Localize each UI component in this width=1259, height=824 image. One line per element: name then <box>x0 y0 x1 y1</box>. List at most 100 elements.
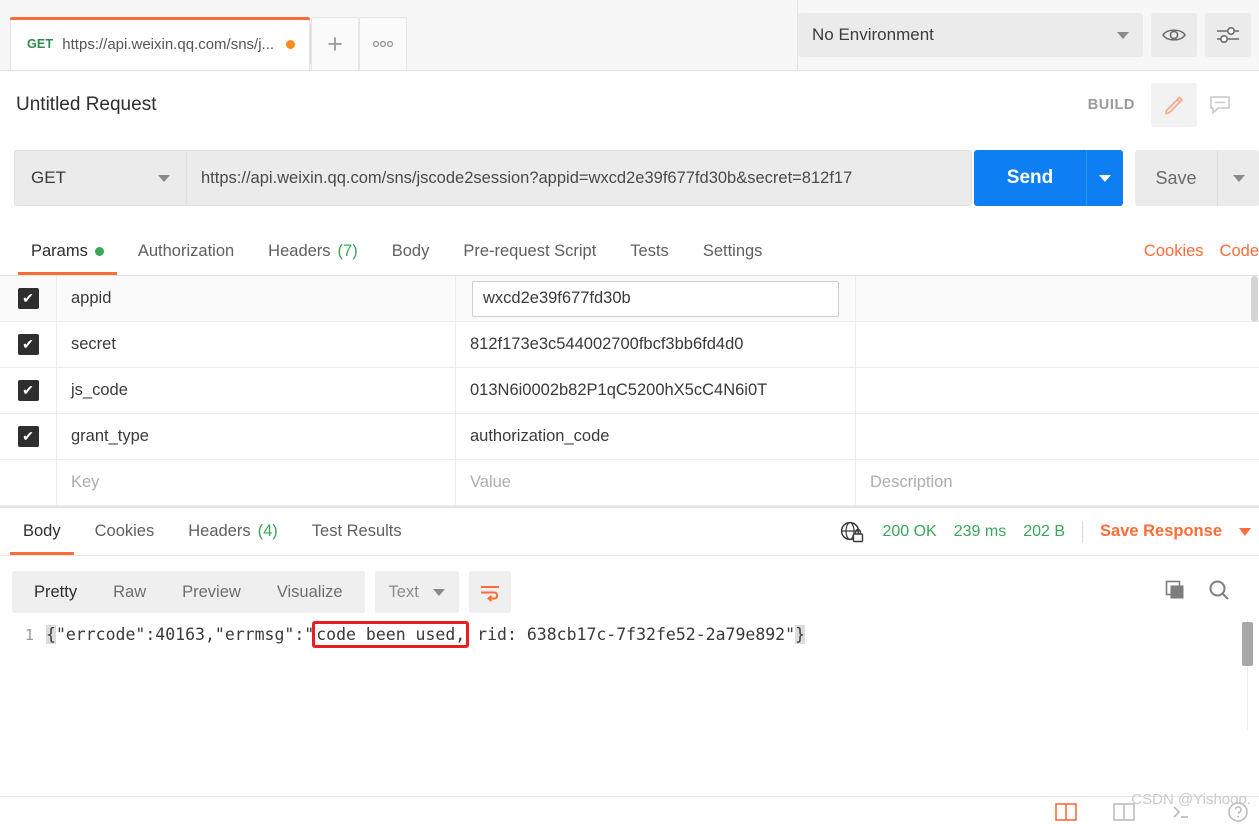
save-options-button[interactable] <box>1217 150 1259 206</box>
url-bar: GET https://api.weixin.qq.com/sns/jscode… <box>14 150 972 206</box>
param-value-placeholder[interactable]: Value <box>456 460 856 505</box>
param-description[interactable] <box>856 368 1259 413</box>
params-scrollbar[interactable] <box>1251 276 1258 322</box>
table-row[interactable]: ✔ appid wxcd2e39f677fd30b <box>0 276 1259 322</box>
tab-body[interactable]: Body <box>375 228 447 275</box>
checkbox-checked-icon[interactable]: ✔ <box>17 288 39 309</box>
row-checkbox-cell[interactable]: ✔ <box>0 322 57 367</box>
table-row[interactable]: ✔ js_code 013N6i0002b82P1qC5200hX5cC4N6i… <box>0 368 1259 414</box>
search-response-button[interactable] <box>1207 578 1231 607</box>
more-tabs-button[interactable] <box>359 17 407 70</box>
code-link[interactable]: Code <box>1220 242 1259 261</box>
tab-headers-count: (7) <box>337 242 358 260</box>
request-tab-active[interactable]: GET https://api.weixin.qq.com/sns/j... <box>10 17 310 70</box>
checkbox-checked-icon[interactable]: ✔ <box>17 426 39 447</box>
request-header: Untitled Request BUILD <box>0 71 1259 139</box>
param-value-cell[interactable]: wxcd2e39f677fd30b <box>456 276 856 321</box>
param-key[interactable]: js_code <box>57 368 456 413</box>
tab-pre-request-script[interactable]: Pre-request Script <box>446 228 613 275</box>
terminal-icon <box>1173 806 1188 818</box>
response-format-select[interactable]: Text <box>374 571 459 613</box>
view-mode-raw[interactable]: Raw <box>95 571 164 613</box>
tab-tests-label: Tests <box>630 242 669 260</box>
row-checkbox-cell[interactable]: ✔ <box>0 368 57 413</box>
tab-headers[interactable]: Headers (7) <box>251 228 375 275</box>
tab-authorization[interactable]: Authorization <box>121 228 251 275</box>
param-description[interactable] <box>856 276 1259 321</box>
layout-icon[interactable] <box>1055 803 1077 824</box>
send-button-group: Send <box>974 150 1123 206</box>
param-description[interactable] <box>856 322 1259 367</box>
code-scrollbar-thumb[interactable] <box>1242 622 1253 666</box>
sliders-icon <box>1217 26 1239 44</box>
response-time: 239 ms <box>953 522 1007 540</box>
send-options-button[interactable] <box>1086 150 1123 206</box>
view-mode-pretty[interactable]: Pretty <box>16 571 95 613</box>
tab-strip: GET https://api.weixin.qq.com/sns/j... + <box>0 0 407 70</box>
response-tab-test-results[interactable]: Test Results <box>295 508 419 555</box>
response-tab-cookies-label: Cookies <box>94 522 155 540</box>
table-row[interactable]: ✔ grant_type authorization_code <box>0 414 1259 460</box>
param-key-placeholder[interactable]: Key <box>57 460 456 505</box>
help-icon[interactable] <box>1227 801 1249 824</box>
checkbox-checked-icon[interactable]: ✔ <box>17 380 39 401</box>
view-mode-visualize[interactable]: Visualize <box>259 571 361 613</box>
http-method-select[interactable]: GET <box>14 150 186 206</box>
footer-icons <box>1055 801 1249 824</box>
cookies-link[interactable]: Cookies <box>1144 242 1204 261</box>
param-description[interactable] <box>856 414 1259 459</box>
chevron-down-icon[interactable] <box>1239 527 1251 536</box>
param-value-input[interactable]: wxcd2e39f677fd30b <box>472 280 839 317</box>
row-checkbox-cell[interactable]: ✔ <box>0 276 57 321</box>
tab-params-label: Params <box>31 242 88 260</box>
response-body-code[interactable]: 1 {"errcode":40163,"errmsg":" code been u… <box>0 619 1259 794</box>
send-button[interactable]: Send <box>974 150 1086 206</box>
environment-selector[interactable]: No Environment <box>798 13 1143 57</box>
response-tab-body[interactable]: Body <box>6 508 78 555</box>
save-response-button[interactable]: Save Response <box>1100 522 1222 541</box>
param-key[interactable]: secret <box>57 322 456 367</box>
response-format-value: Text <box>388 582 419 601</box>
chevron-down-icon <box>432 588 445 596</box>
tab-params[interactable]: Params <box>14 228 121 275</box>
edit-request-button[interactable] <box>1151 83 1197 127</box>
params-table: ✔ appid wxcd2e39f677fd30b ✔ secret 812f1… <box>0 276 1259 506</box>
tab-tests[interactable]: Tests <box>613 228 686 275</box>
request-tab-label: https://api.weixin.qq.com/sns/j... <box>62 35 275 53</box>
url-input[interactable]: https://api.weixin.qq.com/sns/jscode2ses… <box>186 150 972 206</box>
environment-settings-button[interactable] <box>1205 13 1251 57</box>
param-value[interactable]: 013N6i0002b82P1qC5200hX5cC4N6i0T <box>456 368 856 413</box>
new-tab-button[interactable]: + <box>311 17 359 70</box>
layout-alt-icon[interactable] <box>1113 803 1135 824</box>
environment-quick-look-button[interactable] <box>1151 13 1197 57</box>
param-key[interactable]: appid <box>57 276 456 321</box>
word-wrap-icon <box>480 586 499 602</box>
eye-icon <box>1162 29 1186 41</box>
table-row-placeholder[interactable]: Key Value Description <box>0 460 1259 506</box>
close-brace: } <box>795 625 805 644</box>
response-tab-cookies[interactable]: Cookies <box>78 508 172 555</box>
console-icon[interactable] <box>1171 803 1191 824</box>
chevron-down-icon <box>1232 174 1245 182</box>
response-tab-body-label: Body <box>23 522 61 540</box>
param-key[interactable]: grant_type <box>57 414 456 459</box>
chevron-down-icon <box>1117 31 1129 39</box>
copy-response-button[interactable] <box>1163 578 1187 607</box>
param-value[interactable]: authorization_code <box>456 414 856 459</box>
row-checkbox-cell[interactable]: ✔ <box>0 414 57 459</box>
comments-button[interactable] <box>1197 83 1243 127</box>
param-description-placeholder[interactable]: Description <box>856 460 1259 505</box>
save-button[interactable]: Save <box>1135 150 1217 206</box>
search-icon <box>1209 580 1229 600</box>
response-tab-headers[interactable]: Headers (4) <box>171 508 295 555</box>
build-label: BUILD <box>1087 97 1135 113</box>
param-value[interactable]: 812f173e3c544002700fbcf3bb6fd4d0 <box>456 322 856 367</box>
view-mode-preview[interactable]: Preview <box>164 571 259 613</box>
table-row[interactable]: ✔ secret 812f173e3c544002700fbcf3bb6fd4d… <box>0 322 1259 368</box>
tab-bar: GET https://api.weixin.qq.com/sns/j... +… <box>0 0 1259 71</box>
page-title: Untitled Request <box>16 94 157 115</box>
tab-headers-label: Headers <box>268 242 331 260</box>
word-wrap-button[interactable] <box>468 571 511 613</box>
tab-settings[interactable]: Settings <box>686 228 780 275</box>
checkbox-checked-icon[interactable]: ✔ <box>17 334 39 355</box>
